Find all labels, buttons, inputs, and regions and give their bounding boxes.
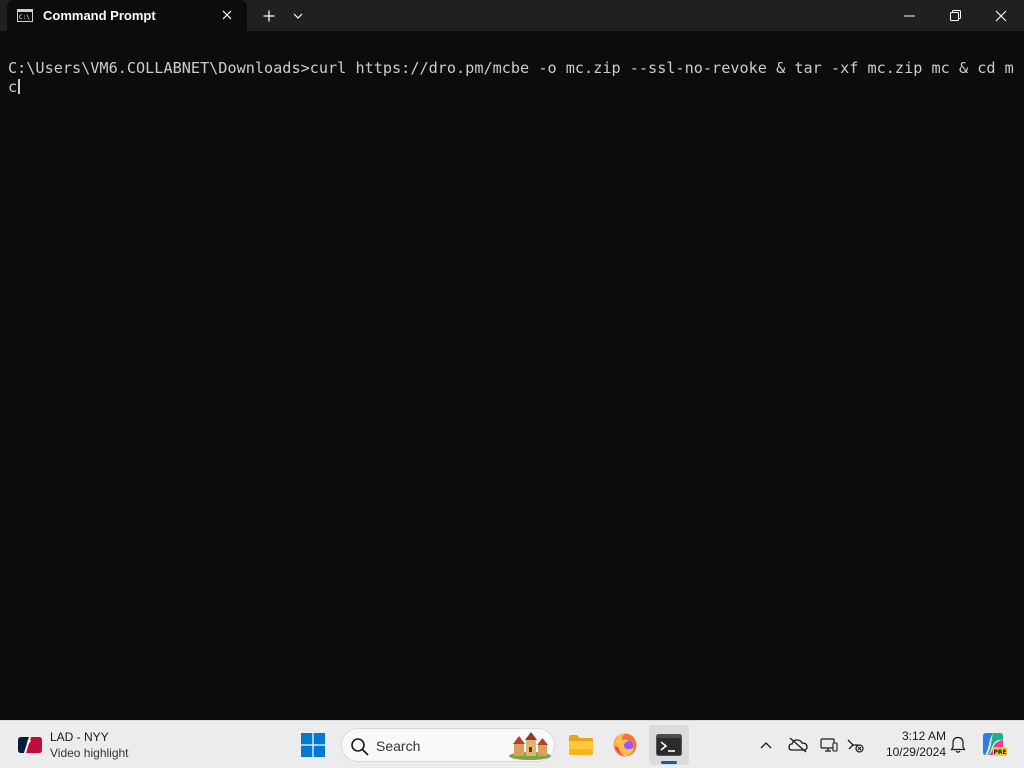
tab-close-button[interactable] xyxy=(218,6,236,24)
title-bar: C:\ Command Prompt xyxy=(0,0,1024,31)
copilot-icon: PRE xyxy=(983,733,1007,756)
minimize-icon xyxy=(903,15,915,16)
console-line-input: c xyxy=(8,78,21,97)
restore-icon xyxy=(949,10,961,21)
mlb-logo-icon xyxy=(18,737,42,753)
network-disconnected-icon xyxy=(847,739,864,753)
chevron-up-icon xyxy=(760,742,772,749)
restore-button[interactable] xyxy=(932,0,978,31)
copilot-button[interactable]: PRE xyxy=(978,729,1008,759)
onedrive-offline-icon xyxy=(788,737,808,753)
file-explorer-button[interactable] xyxy=(561,725,601,765)
clock[interactable]: 3:12 AM 10/29/2024 xyxy=(874,728,946,762)
onedrive-tray-button[interactable] xyxy=(785,731,811,759)
plus-icon xyxy=(263,10,275,21)
widget-subtitle: Video highlight xyxy=(50,746,129,760)
tab-dropdown-button[interactable] xyxy=(286,0,310,31)
notifications-button[interactable] xyxy=(945,731,971,759)
display-tray-button[interactable] xyxy=(816,731,842,759)
close-icon xyxy=(222,10,232,20)
minimize-button[interactable] xyxy=(886,0,932,31)
chevron-down-icon xyxy=(293,13,303,19)
svg-text:C:\: C:\ xyxy=(19,14,30,21)
search-label: Search xyxy=(376,738,421,754)
clock-date: 10/29/2024 xyxy=(885,745,946,759)
start-button[interactable] xyxy=(293,725,333,765)
windows-logo-icon xyxy=(301,733,325,757)
display-icon xyxy=(820,738,838,752)
console-output[interactable]: C:\Users\VM6.COLLABNET\Downloads>curl ht… xyxy=(0,31,1024,720)
desktop-screen: C:\ Command Prompt C:\Users\VM6.COLLABNE… xyxy=(0,0,1024,768)
terminal-button[interactable] xyxy=(649,725,689,765)
search-icon xyxy=(351,738,369,756)
search-highlight-icon xyxy=(509,732,551,760)
widget-title: LAD - NYY xyxy=(50,730,109,744)
console-line: C:\Users\VM6.COLLABNET\Downloads>curl ht… xyxy=(8,59,1014,77)
new-tab-button[interactable] xyxy=(256,0,282,31)
taskbar: LAD - NYY Video highlight Search 3:12 AM… xyxy=(0,720,1024,768)
close-icon xyxy=(995,10,1007,21)
tab-command-prompt[interactable]: C:\ Command Prompt xyxy=(7,0,247,31)
cmd-icon: C:\ xyxy=(17,9,33,22)
firefox-icon xyxy=(613,733,637,757)
file-explorer-icon xyxy=(569,735,593,755)
clock-time: 3:12 AM xyxy=(901,729,946,743)
window-close-button[interactable] xyxy=(978,0,1024,31)
text-cursor xyxy=(18,79,21,94)
news-widget[interactable]: LAD - NYY Video highlight xyxy=(18,729,158,761)
bell-icon xyxy=(950,736,966,753)
show-hidden-icons-button[interactable] xyxy=(753,731,779,759)
taskbar-search[interactable]: Search xyxy=(341,728,555,762)
svg-text:PRE: PRE xyxy=(993,749,1006,756)
firefox-button[interactable] xyxy=(605,725,645,765)
console-text: c xyxy=(8,78,18,96)
network-tray-button[interactable] xyxy=(842,731,868,759)
terminal-icon xyxy=(656,734,682,756)
active-app-indicator xyxy=(661,761,677,764)
tab-title: Command Prompt xyxy=(43,8,156,23)
